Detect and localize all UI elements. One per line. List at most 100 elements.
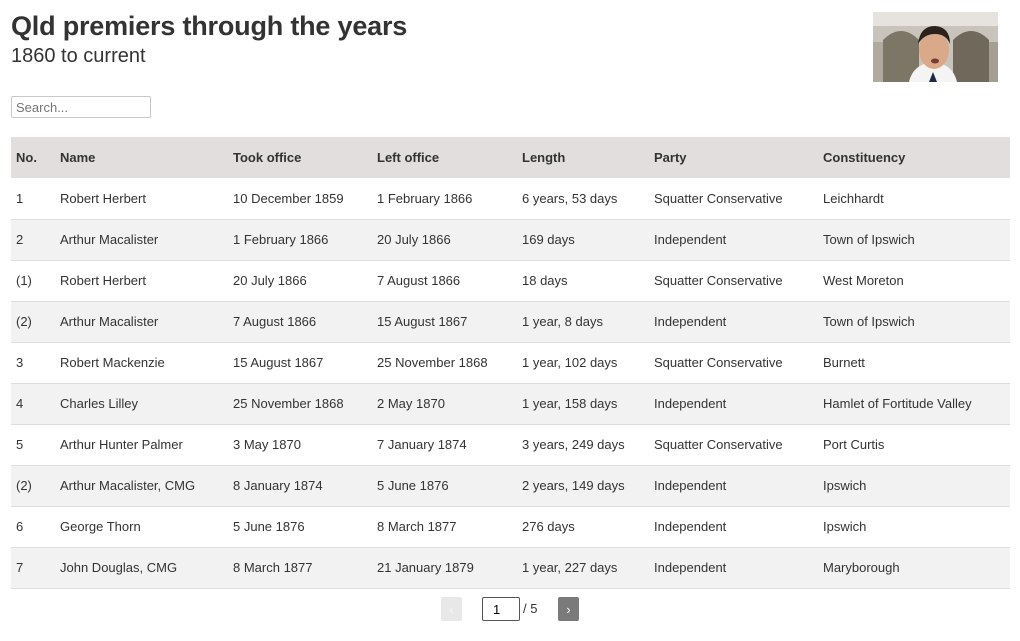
column-header-constituency[interactable]: Constituency — [818, 137, 1010, 178]
cell-constituency: Port Curtis — [823, 437, 885, 452]
cell-party: Independent — [654, 519, 727, 534]
cell-constituency: Town of Ipswich — [823, 232, 915, 247]
cell-left-office: 7 August 1866 — [377, 273, 461, 288]
cell-no: 5 — [16, 437, 24, 452]
cell-no: (2) — [16, 478, 32, 493]
table-row: 1 Robert Herbert 10 December 1859 1 Februar… — [11, 178, 1010, 219]
table-row: 4 Charles Lilley 25 November 1868 2 May 187… — [11, 383, 1010, 424]
table-row: (1) Robert Herbert 20 July 1866 7 August 18… — [11, 260, 1010, 301]
cell-took-office: 8 March 1877 — [233, 560, 313, 575]
cell-length: 6 years, 53 days — [522, 190, 618, 206]
cell-name: Charles Lilley — [60, 396, 139, 411]
cell-left-office: 25 November 1868 — [377, 355, 488, 370]
cell-left-office: 20 July 1866 — [377, 232, 451, 247]
cell-took-office: 25 November 1868 — [233, 396, 344, 411]
cell-name: Robert Herbert — [60, 190, 146, 206]
cell-took-office: 10 December 1859 — [233, 190, 344, 206]
cell-took-office: 20 July 1866 — [233, 273, 307, 288]
cell-constituency: Ipswich — [823, 519, 867, 534]
cell-length: 3 years, 249 days — [522, 437, 625, 452]
table-row: (2) Arthur Macalister 7 August 1866 15 Augu… — [11, 301, 1010, 342]
cell-constituency: West Moreton — [823, 273, 904, 288]
cell-name: Robert Herbert — [60, 273, 146, 288]
chevron-left-icon: ‹ — [449, 601, 454, 617]
cell-constituency: Burnett — [823, 355, 865, 370]
prev-page-button[interactable]: ‹ — [441, 597, 462, 621]
cell-party: Independent — [654, 232, 727, 247]
cell-no: 2 — [16, 232, 24, 247]
column-header-no[interactable]: No. — [11, 137, 55, 178]
table-body: 1 Robert Herbert 10 December 1859 1 Februar… — [11, 178, 1010, 588]
column-header-left-office[interactable]: Left office — [372, 137, 517, 178]
cell-no: 6 — [16, 519, 24, 534]
cell-took-office: 8 January 1874 — [233, 478, 323, 493]
column-header-party[interactable]: Party — [649, 137, 818, 178]
cell-length: 169 days — [522, 232, 575, 247]
cell-length: 276 days — [522, 519, 575, 534]
premiers-table: No. Name Took office Left office Length … — [11, 137, 1010, 589]
cell-name: John Douglas, CMG — [60, 560, 178, 575]
cell-left-office: 2 May 1870 — [377, 396, 445, 411]
column-header-took-office[interactable]: Took office — [228, 137, 372, 178]
chevron-right-icon: › — [566, 601, 571, 617]
cell-length: 1 year, 8 days — [522, 314, 603, 329]
cell-party: Squatter Conservative — [654, 355, 783, 370]
cell-left-office: 5 June 1876 — [377, 478, 449, 493]
cell-left-office: 21 January 1879 — [377, 560, 474, 575]
cell-party: Independent — [654, 314, 727, 329]
cell-party: Independent — [654, 560, 727, 575]
page-number-input[interactable] — [482, 597, 520, 621]
cell-no: (1) — [16, 273, 32, 288]
page-total: / 5 — [523, 601, 538, 616]
table-row: (2) Arthur Macalister, CMG 8 January 1874 5… — [11, 465, 1010, 506]
column-header-length[interactable]: Length — [517, 137, 649, 178]
cell-party: Squatter Conservative — [654, 437, 783, 452]
pagination: ‹ / 5 › — [0, 597, 1020, 621]
cell-party: Squatter Conservative — [654, 190, 783, 206]
table-row: 3 Robert Mackenzie 15 August 1867 25 Novemb… — [11, 342, 1010, 383]
cell-took-office: 3 May 1870 — [233, 437, 301, 452]
cell-length: 18 days — [522, 273, 568, 288]
cell-constituency: Leichhardt — [823, 190, 884, 206]
table-row: 5 Arthur Hunter Palmer 3 May 1870 7 January… — [11, 424, 1010, 465]
cell-left-office: 15 August 1867 — [377, 314, 468, 329]
cell-constituency: Maryborough — [823, 560, 900, 575]
table-row: 7 John Douglas, CMG 8 March 1877 21 January… — [11, 547, 1010, 588]
cell-left-office: 1 February 1866 — [377, 190, 473, 206]
cell-length: 1 year, 227 days — [522, 560, 618, 575]
cell-left-office: 7 January 1874 — [377, 437, 467, 452]
cell-party: Independent — [654, 478, 727, 493]
next-page-button[interactable]: › — [558, 597, 579, 621]
cell-took-office: 5 June 1876 — [233, 519, 305, 534]
cell-length: 1 year, 102 days — [522, 355, 618, 370]
cell-no: (2) — [16, 314, 32, 329]
cell-name: Arthur Macalister, CMG — [60, 478, 196, 493]
cell-took-office: 7 August 1866 — [233, 314, 317, 329]
table-header-row: No. Name Took office Left office Length … — [11, 137, 1010, 178]
cell-took-office: 15 August 1867 — [233, 355, 324, 370]
cell-left-office: 8 March 1877 — [377, 519, 457, 534]
cell-constituency: Hamlet of Fortitude Valley — [823, 396, 972, 411]
cell-party: Independent — [654, 396, 727, 411]
cell-name: Arthur Hunter Palmer — [60, 437, 183, 452]
cell-no: 7 — [16, 560, 24, 575]
page-subtitle: 1860 to current — [11, 45, 146, 67]
cell-no: 3 — [16, 355, 24, 370]
cell-constituency: Town of Ipswich — [823, 314, 915, 329]
page-title: Qld premiers through the years — [11, 11, 408, 41]
cell-party: Squatter Conservative — [654, 273, 783, 288]
cell-took-office: 1 February 1866 — [233, 232, 329, 247]
cell-no: 1 — [16, 190, 24, 206]
cell-length: 2 years, 149 days — [522, 478, 625, 493]
cell-constituency: Ipswich — [823, 478, 867, 493]
search-input[interactable] — [11, 96, 151, 118]
table-row: 6 George Thorn 5 June 1876 8 March 1877 276 … — [11, 506, 1010, 547]
table-row: 2 Arthur Macalister 1 February 1866 20 July… — [11, 219, 1010, 260]
cell-name: George Thorn — [60, 519, 141, 534]
column-header-name[interactable]: Name — [55, 137, 228, 178]
cell-name: Arthur Macalister — [60, 314, 159, 329]
cell-length: 1 year, 158 days — [522, 396, 618, 411]
cell-name: Arthur Macalister — [60, 232, 159, 247]
premier-photo — [873, 12, 998, 82]
cell-name: Robert Mackenzie — [60, 355, 165, 370]
